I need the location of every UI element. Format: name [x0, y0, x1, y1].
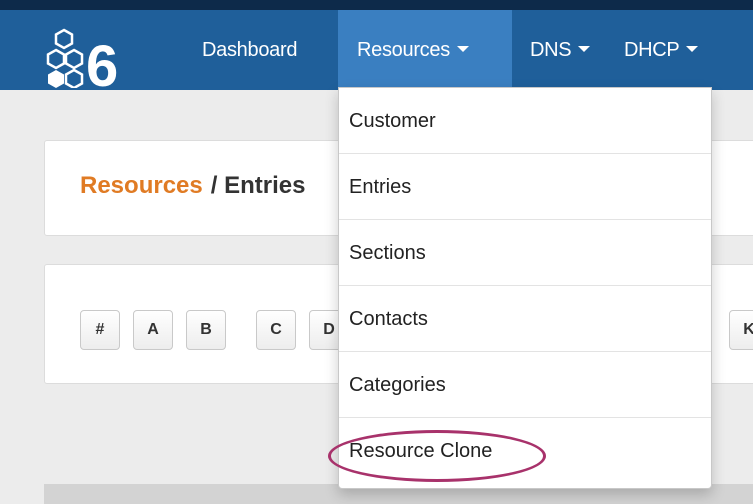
chevron-down-icon — [578, 45, 591, 52]
chevron-down-icon — [456, 45, 469, 52]
filter-button-k[interactable]: K — [729, 310, 753, 350]
nav-dhcp-label: DHCP — [624, 39, 680, 61]
nav-dns[interactable]: DNS — [530, 10, 591, 90]
nav-dashboard-label: Dashboard — [202, 39, 298, 61]
chevron-down-icon — [686, 45, 699, 52]
breadcrumb-link[interactable]: Resources — [80, 172, 203, 199]
filter-button-b[interactable]: B — [186, 310, 226, 350]
logo-number: 6 — [86, 34, 118, 88]
menu-item-contacts[interactable]: Contacts — [339, 286, 711, 352]
nav-dhcp[interactable]: DHCP — [624, 10, 699, 90]
filter-button-a[interactable]: A — [133, 310, 173, 350]
menu-item-categories[interactable]: Categories — [339, 352, 711, 418]
nav-resources-label: Resources — [357, 39, 450, 61]
menu-item-entries[interactable]: Entries — [339, 154, 711, 220]
nav-dns-label: DNS — [530, 39, 572, 61]
breadcrumb-current: / Entries — [210, 172, 306, 199]
menu-item-sections[interactable]: Sections — [339, 220, 711, 286]
filter-button-c[interactable]: C — [256, 310, 296, 350]
menu-item-resource-clone[interactable]: Resource Clone — [339, 418, 711, 484]
menu-item-customer[interactable]: Customer — [339, 88, 711, 154]
nav-resources[interactable]: Resources — [338, 10, 512, 90]
nav-dashboard[interactable]: Dashboard — [202, 10, 297, 90]
resources-dropdown-menu: Customer Entries Sections Contacts Categ… — [338, 87, 712, 489]
hexagon-logo-icon[interactable]: 6 — [46, 28, 146, 88]
filter-button-hash[interactable]: # — [80, 310, 120, 350]
top-navbar: 6 Dashboard Resources DNS DHCP — [0, 10, 753, 90]
top-strip — [0, 0, 753, 10]
breadcrumb: Resources / Entries — [80, 172, 305, 200]
